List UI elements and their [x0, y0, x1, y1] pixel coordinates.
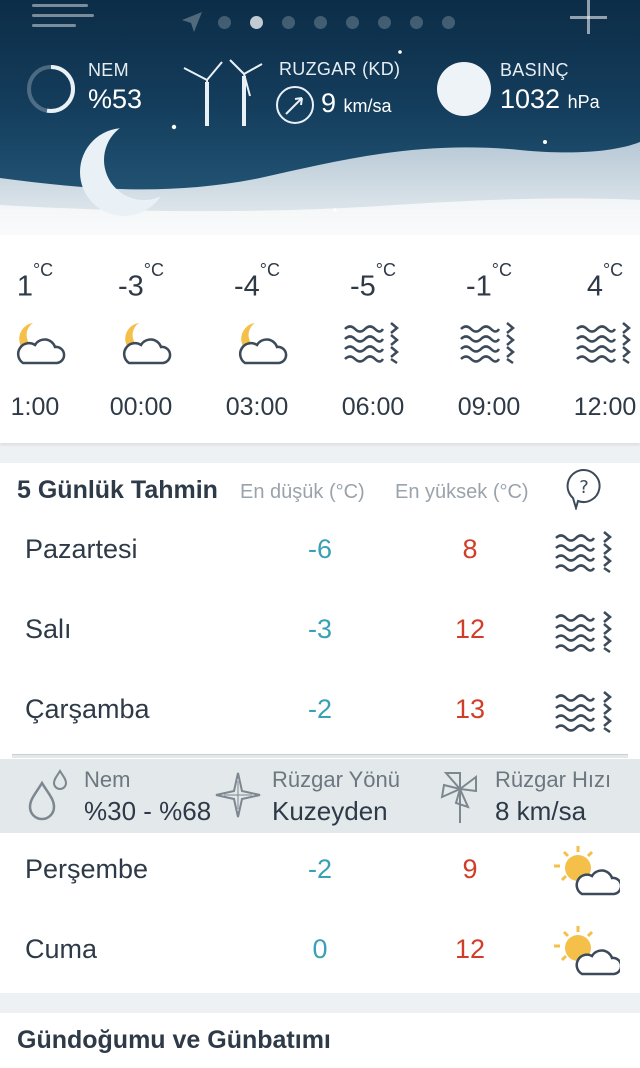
wind-speed-value: 9	[321, 88, 337, 118]
wind-label: RUZGAR (KD)	[279, 59, 401, 79]
hourly-temp: -1°C	[466, 260, 512, 303]
day-detail-panel: Nem %30 - %68 Rüzgar Yönü Kuzeyden Rüzga…	[0, 759, 640, 833]
help-icon[interactable]: ?	[566, 468, 602, 510]
fog-icon	[460, 322, 515, 365]
hourly-forecast-strip[interactable]: 1°C 1:00 -3°C 00:00 -4°C 03:00 -5°C 06:0…	[0, 235, 640, 443]
pressure-circle-icon	[437, 62, 491, 116]
forecast-row-expanded[interactable]: Çarşamba -2 13	[0, 672, 640, 752]
detail-wind-direction-value: Kuzeyden	[272, 796, 388, 826]
low-column-header: En düşük (°C)	[240, 481, 365, 503]
wind-speed-unit: km/sa	[343, 96, 392, 116]
hourly-temp: -4°C	[234, 260, 280, 303]
detail-wind-speed-value: 8 km/sa	[495, 796, 587, 826]
forecast-row[interactable]: Perşembe -2 9	[0, 832, 640, 912]
humidity-ring-icon	[27, 65, 75, 113]
forecast-low: -2	[307, 854, 332, 884]
location-arrow-icon[interactable]	[180, 10, 204, 34]
fog-icon	[555, 691, 612, 734]
hourly-time: 1:00	[10, 393, 60, 421]
pinwheel-icon	[440, 772, 477, 823]
fog-icon	[344, 322, 399, 365]
page-dot-active[interactable]	[250, 15, 263, 29]
forecast-day: Pazartesi	[25, 534, 138, 564]
crescent-moon-icon	[80, 128, 168, 216]
moon-cloud-icon	[238, 323, 288, 365]
sun-cloud-icon	[554, 846, 620, 896]
forecast-high: 9	[462, 854, 478, 884]
detail-humidity-value: %30 - %68	[84, 796, 212, 826]
detail-wind-direction-label: Rüzgar Yönü	[272, 767, 401, 792]
menu-button[interactable]	[32, 2, 94, 30]
hourly-time: 06:00	[341, 393, 405, 421]
wind-direction-compass-icon	[276, 86, 314, 124]
forecast-row[interactable]: Cuma 0 12	[0, 912, 640, 992]
forecast-high: 13	[454, 694, 486, 724]
hourly-temp: -3°C	[118, 260, 164, 303]
moon-cloud-icon	[122, 323, 172, 365]
page-indicator	[180, 10, 474, 34]
pressure-unit: hPa	[567, 92, 600, 112]
page-dot[interactable]	[378, 15, 391, 29]
add-location-button[interactable]	[566, 0, 610, 36]
page-dot[interactable]	[442, 15, 455, 29]
forecast-row[interactable]: Pazartesi -6 8	[0, 512, 640, 592]
forecast-low: -3	[307, 614, 332, 644]
hourly-time: 12:00	[573, 393, 637, 421]
forecast-low: 0	[312, 934, 328, 964]
fog-icon	[555, 531, 612, 574]
detail-divider	[12, 754, 628, 758]
water-drop-icon	[28, 769, 68, 821]
forecast-day: Çarşamba	[25, 694, 150, 724]
hourly-time: 09:00	[457, 393, 521, 421]
forecast-title: 5 Günlük Tahmin	[17, 476, 218, 504]
svg-text:?: ?	[579, 477, 589, 498]
compass-star-icon	[215, 772, 261, 818]
hourly-temp: 4°C	[586, 260, 624, 303]
wind-turbine-icon	[183, 59, 263, 126]
high-column-header: En yüksek (°C)	[395, 481, 529, 503]
forecast-day: Salı	[25, 614, 72, 644]
forecast-low: -2	[307, 694, 332, 724]
forecast-day: Perşembe	[25, 854, 149, 884]
forecast-day: Cuma	[25, 934, 98, 964]
hourly-temp: -5°C	[350, 260, 396, 303]
page-dot[interactable]	[282, 15, 295, 29]
weather-header: NEM %53 RUZGAR (KD) 9 km/sa BASINÇ 1032 …	[0, 0, 640, 235]
moon-cloud-icon	[16, 323, 66, 365]
forecast-high: 8	[462, 534, 478, 564]
page-dot[interactable]	[346, 15, 359, 29]
forecast-high: 12	[454, 934, 486, 964]
page-dot[interactable]	[410, 15, 423, 29]
fog-icon	[576, 322, 631, 365]
fog-icon	[555, 611, 612, 654]
forecast-high: 12	[454, 614, 486, 644]
sun-cloud-icon	[554, 926, 620, 976]
humidity-label: NEM	[88, 60, 129, 80]
forecast-row[interactable]: Salı -3 12	[0, 592, 640, 672]
page-dot[interactable]	[218, 15, 231, 29]
detail-humidity-label: Nem	[84, 767, 131, 792]
hourly-time: 00:00	[109, 393, 173, 421]
pressure-value: 1032	[500, 84, 561, 114]
humidity-value: %53	[88, 84, 143, 114]
wind-speed: 9 km/sa	[321, 88, 392, 119]
pressure-reading: 1032 hPa	[500, 84, 600, 115]
page-dot[interactable]	[314, 15, 327, 29]
forecast-low: -6	[307, 534, 332, 564]
sunrise-sunset-title: Gündoğumu ve Günbatımı	[17, 1026, 331, 1054]
detail-wind-speed-label: Rüzgar Hızı	[495, 767, 612, 792]
hourly-time: 03:00	[225, 393, 289, 421]
hourly-temp: 1°C	[16, 260, 54, 303]
pressure-label: BASINÇ	[500, 60, 569, 80]
